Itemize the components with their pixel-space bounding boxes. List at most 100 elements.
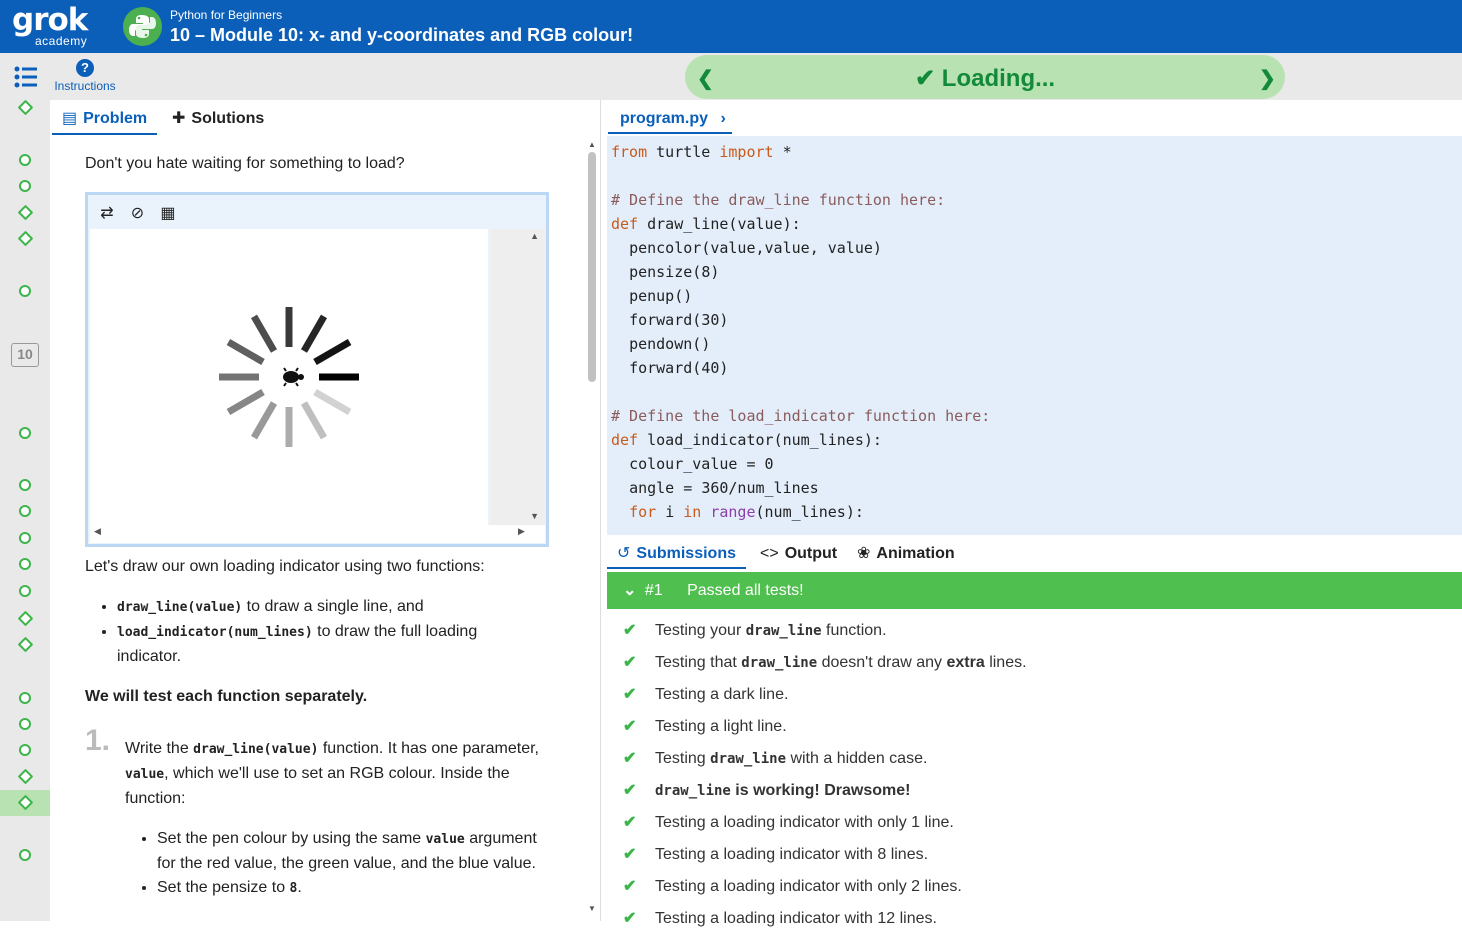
inline-code: draw_line(value) (117, 600, 243, 615)
tab-problem[interactable]: ▤ Problem (52, 103, 158, 135)
rail-node[interactable] (19, 285, 31, 297)
inline-code: load_indicator(num_lines) (117, 625, 313, 640)
test-text: Testing (655, 750, 711, 767)
code-line[interactable]: # Define the draw_line function here: (607, 188, 1462, 212)
canvas-horizontal-scrollbar[interactable]: ◀ ▶ (90, 525, 545, 543)
rail-node[interactable] (19, 849, 31, 861)
results-panel: ↺ Submissions <> Output ❀ Animation ⌄ #1 Pa… (600, 535, 1462, 927)
loading-indicator-drawing (219, 307, 359, 447)
rail-node[interactable] (19, 558, 31, 570)
test-result-row: ✔ draw_line is working! Drawsome! (623, 775, 1453, 807)
check-icon: ✔ (623, 654, 637, 671)
scrollbar-thumb[interactable] (588, 152, 596, 382)
grid-icon[interactable]: ▦ (157, 203, 179, 223)
code-line[interactable]: forward(30) (607, 308, 1462, 332)
tab-output[interactable]: <> Output (750, 539, 847, 569)
rail-node-diamond[interactable] (17, 610, 34, 627)
scroll-down-icon[interactable]: ▼ (588, 904, 596, 913)
chevron-down-icon: ⌄ (623, 582, 637, 599)
prev-arrow-icon[interactable]: ❮ (697, 66, 714, 91)
code-line[interactable]: def draw_line(value): (607, 212, 1462, 236)
code-line[interactable] (607, 164, 1462, 188)
rail-node[interactable] (19, 479, 31, 491)
code-line[interactable]: forward(40) (607, 356, 1462, 380)
scroll-left-icon[interactable]: ◀ (94, 526, 101, 537)
rail-node-diamond[interactable] (17, 636, 34, 653)
rail-node[interactable] (19, 692, 31, 704)
check-icon: ✔ (623, 622, 637, 639)
text: Set the pensize to (157, 879, 290, 896)
scroll-right-icon[interactable]: ▶ (518, 526, 525, 537)
rail-node[interactable] (19, 718, 31, 730)
rail-node[interactable] (19, 532, 31, 544)
code-line[interactable]: def load_indicator(num_lines): (607, 428, 1462, 452)
logo-text: grok (12, 2, 88, 38)
hide-turtle-icon[interactable]: ⊘ (126, 203, 148, 223)
puzzle-icon: ✚ (172, 110, 186, 127)
progress-rail: 10 (0, 99, 50, 921)
code-line[interactable]: angle = 360/num_lines (607, 476, 1462, 500)
code-line[interactable]: from turtle import * (607, 140, 1462, 164)
code-line[interactable]: pensize(8) (607, 260, 1462, 284)
turtle-canvas-box: ⇄ ⊘ ▦ ▲ ▼ ◀ ▶ (85, 192, 549, 547)
toolbar: ? Instructions ❮ ✔ Loading... ❯ (0, 53, 1462, 100)
rail-node-diamond[interactable] (17, 768, 34, 785)
code-line[interactable]: colour_value = 0 (607, 452, 1462, 476)
text: . (297, 879, 302, 896)
scroll-up-icon[interactable]: ▲ (530, 231, 539, 241)
rail-node[interactable] (19, 505, 31, 517)
test-text: Testing a light line. (655, 718, 787, 735)
inline-code: draw_line (745, 623, 822, 639)
submission-summary[interactable]: ⌄ #1 Passed all tests! (607, 572, 1462, 609)
canvas-vertical-scrollbar[interactable]: ▲ ▼ (490, 229, 545, 525)
list-item: Set the pen colour by using the same val… (157, 827, 545, 876)
code-line[interactable]: pendown() (607, 332, 1462, 356)
next-arrow-icon[interactable]: ❯ (1259, 66, 1276, 91)
rail-node[interactable] (19, 180, 31, 192)
test-text: Testing a loading indicator with only 1 … (655, 814, 954, 831)
scroll-down-icon[interactable]: ▼ (530, 511, 539, 521)
text: function. It has one parameter, (318, 740, 539, 757)
tab-program-py[interactable]: program.py › (608, 104, 732, 134)
test-result-row: ✔ Testing that draw_line doesn't draw any… (623, 647, 1453, 679)
repeat-icon[interactable]: ⇄ (96, 203, 118, 223)
code-editor[interactable]: from turtle import * # Define the draw_li… (607, 136, 1462, 535)
tab-submissions[interactable]: ↺ Submissions (607, 539, 746, 569)
module-number-badge[interactable]: 10 (11, 343, 39, 367)
code-line[interactable]: pencolor(value,value, value) (607, 236, 1462, 260)
instructions-button[interactable]: ? Instructions (53, 59, 117, 93)
tab-solutions[interactable]: ✚ Solutions (162, 103, 274, 135)
submission-number: #1 (644, 582, 663, 599)
code-line[interactable]: penup() (607, 284, 1462, 308)
code-line[interactable] (607, 380, 1462, 404)
menu-list-icon[interactable] (14, 66, 38, 93)
list-item-text: to draw a single line, and (242, 598, 424, 615)
submission-status: Passed all tests! (687, 582, 804, 599)
inline-code: draw_line(value) (193, 742, 319, 757)
test-result-row: ✔ Testing a dark line. (623, 679, 1453, 711)
rail-node-diamond[interactable] (17, 230, 34, 247)
grok-academy-logo[interactable]: grok academy (12, 5, 92, 49)
test-text: lines. (984, 654, 1027, 671)
chevron-right-icon: › (720, 110, 726, 127)
test-text: doesn't draw any (817, 654, 947, 671)
test-text: Testing a loading indicator with 8 lines… (655, 846, 929, 863)
rail-node-diamond[interactable] (17, 204, 34, 221)
indicator-spoke (226, 388, 265, 416)
rail-node[interactable] (19, 744, 31, 756)
indicator-spoke (250, 314, 278, 353)
check-icon: ✔ (623, 750, 637, 767)
rail-node[interactable] (19, 154, 31, 166)
tab-animation[interactable]: ❀ Animation (847, 539, 965, 569)
problem-scrollbar[interactable]: ▲ ▼ (586, 140, 598, 920)
indicator-spoke (313, 338, 352, 366)
rail-node[interactable] (19, 427, 31, 439)
code-line[interactable]: for i in range(num_lines): (607, 500, 1462, 524)
rail-node-diamond[interactable] (17, 99, 34, 116)
code-line[interactable]: # Define the load_indicator function her… (607, 404, 1462, 428)
scroll-up-icon[interactable]: ▲ (588, 140, 596, 149)
indicator-spoke (250, 401, 278, 440)
list-item: draw_line(value) to draw a single line, … (117, 595, 545, 620)
rail-node[interactable] (19, 585, 31, 597)
check-icon: ✔ (915, 65, 936, 92)
